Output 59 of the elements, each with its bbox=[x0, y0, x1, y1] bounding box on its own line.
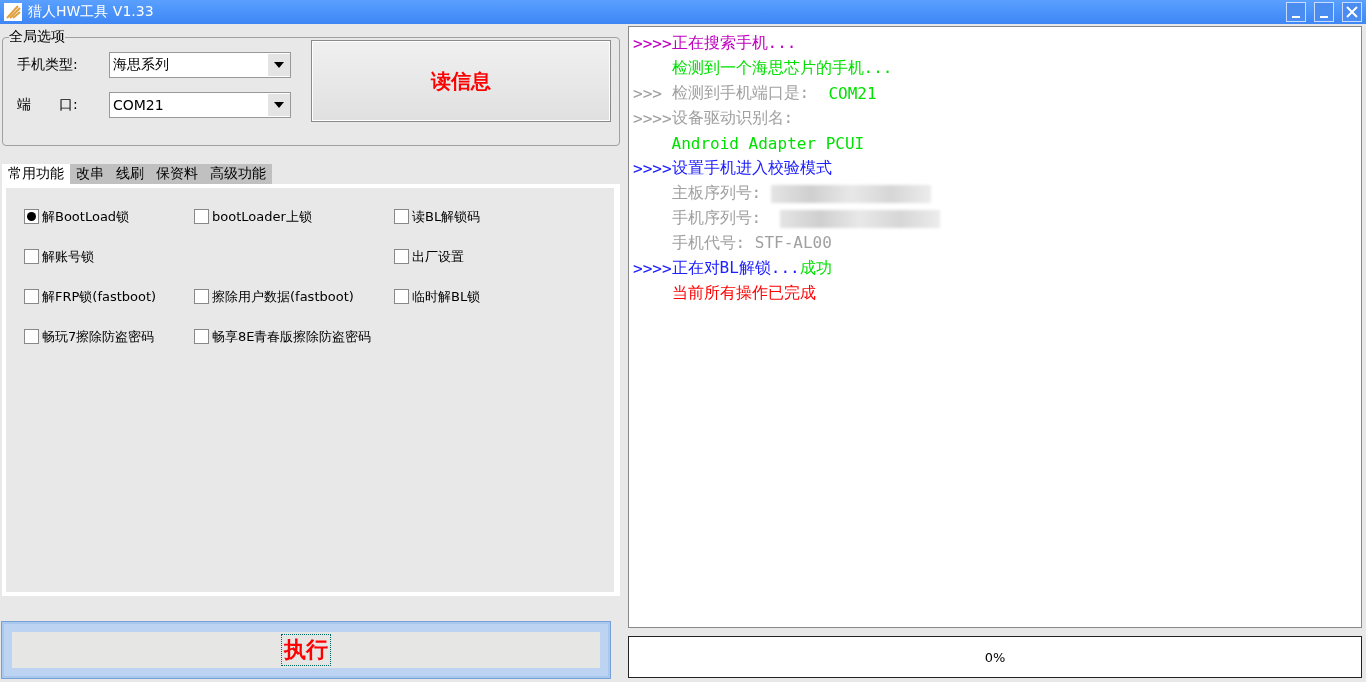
log-text: 检测到手机端口是: bbox=[671, 83, 811, 104]
log-text: 当前所有操作已完成 bbox=[670, 283, 816, 304]
checkbox[interactable] bbox=[394, 289, 409, 304]
tab[interactable]: 改串 bbox=[70, 164, 110, 184]
close-button[interactable] bbox=[1342, 2, 1362, 22]
log-text: >>>> bbox=[633, 34, 672, 53]
group-title: 全局选项 bbox=[9, 28, 65, 46]
log-text: >>>> bbox=[633, 259, 672, 278]
option-checkbox[interactable]: 畅享8E青春版擦除防盗密码 bbox=[194, 326, 394, 347]
option-checkbox[interactable]: 擦除用户数据(fastboot) bbox=[194, 286, 394, 307]
minimize-icon bbox=[1292, 16, 1300, 18]
option-checkbox[interactable]: 解账号锁 bbox=[24, 246, 194, 267]
log-text: 正在搜索手机... bbox=[671, 33, 797, 54]
tab[interactable]: 高级功能 bbox=[204, 164, 272, 184]
log-text: Android Adapter PCUI bbox=[670, 134, 865, 153]
field-label: 手机类型: bbox=[17, 56, 79, 74]
dropdown[interactable]: 海思系列 bbox=[109, 52, 291, 78]
log-text: >>>> bbox=[633, 159, 672, 178]
tab[interactable]: 常用功能 bbox=[2, 164, 70, 184]
logo-icon bbox=[4, 3, 22, 21]
log-text: COM21 bbox=[828, 84, 877, 103]
log-text: 设置手机进入校验模式 bbox=[671, 158, 832, 179]
minimize-button[interactable] bbox=[1286, 2, 1306, 22]
minimize-button[interactable] bbox=[1314, 2, 1334, 22]
option-checkbox[interactable]: 解FRP锁(fastboot) bbox=[24, 286, 194, 307]
minimize-icon bbox=[1320, 16, 1328, 18]
caret-icon bbox=[274, 62, 284, 68]
caret-icon bbox=[274, 102, 284, 108]
checkbox[interactable] bbox=[24, 329, 39, 344]
checkbox[interactable] bbox=[194, 209, 209, 224]
option-checkbox[interactable]: 畅玩7擦除防盗密码 bbox=[24, 326, 194, 347]
dropdown[interactable]: COM21 bbox=[109, 92, 291, 118]
log-text: 主板序列号: bbox=[670, 183, 763, 204]
log-text: 正在对BL解锁... bbox=[671, 258, 800, 279]
option-checkbox[interactable]: 出厂设置 bbox=[394, 246, 594, 267]
option-checkbox[interactable]: 临时解BL锁 bbox=[394, 286, 594, 307]
log-text: 手机序列号: bbox=[670, 208, 763, 229]
progress-reading: 0% bbox=[984, 649, 1006, 665]
checkbox[interactable] bbox=[194, 329, 209, 344]
checkbox[interactable] bbox=[394, 249, 409, 264]
checkbox[interactable] bbox=[194, 289, 209, 304]
log-text: 设备驱动识别名: bbox=[671, 108, 794, 129]
option-checkbox[interactable]: bootLoader上锁 bbox=[194, 206, 394, 227]
checkbox[interactable] bbox=[24, 249, 39, 264]
log-text: >>>> bbox=[633, 109, 672, 128]
checkbox[interactable] bbox=[24, 289, 39, 304]
window-title: 猎人HW工具 V1.33 bbox=[28, 3, 154, 21]
log-text: >>> bbox=[633, 84, 663, 103]
tab[interactable]: 线刷 bbox=[110, 164, 150, 184]
log-text: 成功 bbox=[799, 258, 832, 279]
checkbox[interactable] bbox=[24, 209, 39, 224]
field-label: 端 口: bbox=[17, 96, 79, 114]
option-checkbox[interactable]: 读BL解锁码 bbox=[394, 206, 594, 227]
log-text: 手机代号: STF-AL00 bbox=[670, 233, 832, 254]
close-icon bbox=[1346, 6, 1358, 18]
checkbox[interactable] bbox=[394, 209, 409, 224]
log-text: 检测到一个海思芯片的手机... bbox=[670, 58, 893, 79]
tab[interactable]: 保资料 bbox=[150, 164, 204, 184]
option-checkbox[interactable]: 解BootLoad锁 bbox=[24, 206, 194, 227]
